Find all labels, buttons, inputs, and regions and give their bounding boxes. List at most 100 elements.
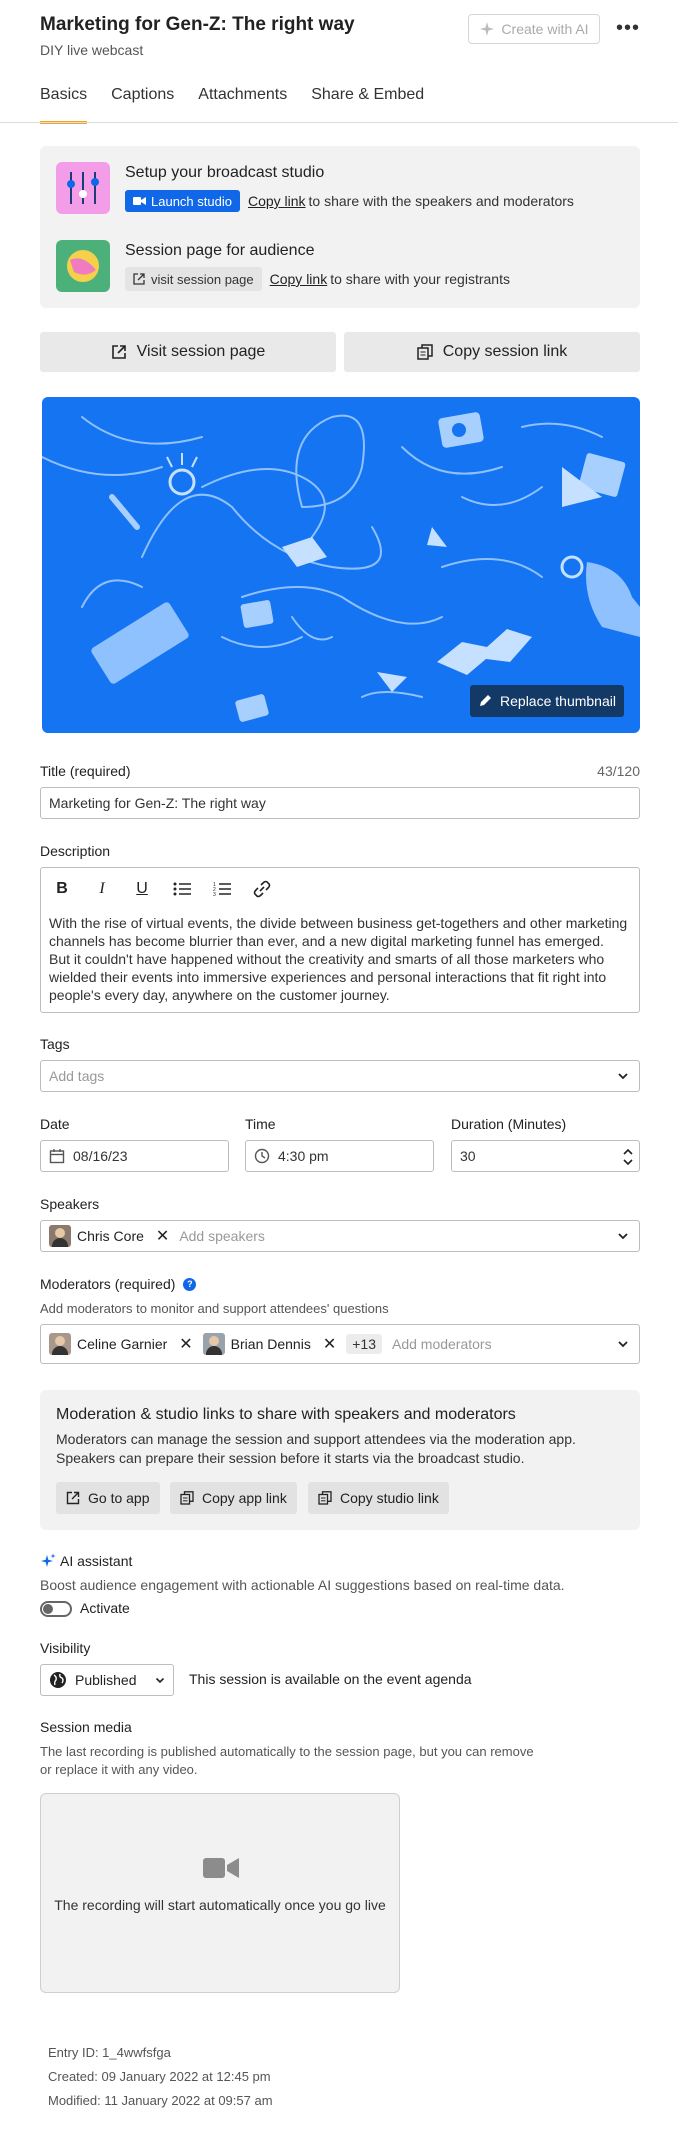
title-counter: 43/120 xyxy=(597,763,640,779)
help-icon[interactable]: ? xyxy=(183,1277,197,1291)
speakers-input[interactable]: Chris Core ✕ Add speakers xyxy=(40,1220,640,1252)
copy-session-link-button[interactable]: Copy session link xyxy=(344,332,640,372)
session-media-label: Session media xyxy=(40,1719,132,1735)
time-input[interactable]: 4:30 pm xyxy=(245,1140,434,1172)
session-page-actions: visit session page Copy link to share wi… xyxy=(125,267,510,291)
chevron-down-icon xyxy=(155,1677,165,1684)
avatar xyxy=(202,1333,225,1355)
page-title: Marketing for Gen-Z: The right way xyxy=(40,14,355,35)
session-copy-link[interactable]: Copy link xyxy=(270,271,328,287)
copy-app-link-label: Copy app link xyxy=(202,1490,287,1506)
speakers-label: Speakers xyxy=(40,1196,100,1212)
description-editor[interactable]: B I U 123 With the rise of virtual event… xyxy=(40,867,640,1013)
duration-label: Duration (Minutes) xyxy=(451,1116,567,1132)
time-value: 4:30 pm xyxy=(278,1148,329,1164)
studio-share-text: to share with the speakers and moderator… xyxy=(308,193,574,209)
studio-actions: Launch studio Copy link to share with th… xyxy=(125,190,574,212)
video-camera-icon xyxy=(203,1858,239,1878)
more-moderators-count[interactable]: +13 xyxy=(346,1334,382,1354)
ai-assistant-heading: AI assistant xyxy=(40,1553,132,1569)
italic-icon[interactable]: I xyxy=(91,878,113,900)
copy-icon xyxy=(318,1491,332,1505)
date-label: Date xyxy=(40,1116,70,1132)
moderator-chip-name: Celine Garnier xyxy=(77,1336,168,1352)
visibility-note: This session is available on the event a… xyxy=(189,1671,472,1687)
studio-panel: Setup your broadcast studio Launch studi… xyxy=(40,146,640,308)
tab-captions[interactable]: Captions xyxy=(111,84,174,124)
page-header: Marketing for Gen-Z: The right way DIY l… xyxy=(40,14,640,64)
tags-label: Tags xyxy=(40,1036,70,1052)
tab-attachments[interactable]: Attachments xyxy=(198,84,287,124)
replace-thumbnail-label: Replace thumbnail xyxy=(500,693,616,709)
tab-divider xyxy=(0,122,678,123)
moderator-chip: Brian Dennis ✕ xyxy=(202,1333,336,1355)
title-label: Title (required) xyxy=(40,763,131,779)
moderation-links-panel: Moderation & studio links to share with … xyxy=(40,1390,640,1530)
calendar-icon xyxy=(49,1149,65,1164)
title-input[interactable]: Marketing for Gen-Z: The right way xyxy=(40,787,640,819)
sparkle-icon xyxy=(41,1553,56,1567)
session-page-title: Session page for audience xyxy=(125,242,315,259)
moderators-input[interactable]: Celine Garnier ✕ Brian Dennis ✕ +13 Add … xyxy=(40,1324,640,1364)
external-link-icon xyxy=(111,345,126,359)
visibility-select[interactable]: Published xyxy=(40,1664,174,1696)
stepper-arrows-icon[interactable] xyxy=(623,1147,633,1167)
visit-session-page-pill[interactable]: visit session page xyxy=(125,267,262,291)
bold-icon[interactable]: B xyxy=(51,878,73,900)
svg-text:3: 3 xyxy=(213,892,216,896)
create-with-ai-button[interactable]: Create with AI xyxy=(468,14,600,44)
date-input[interactable]: 08/16/23 xyxy=(40,1140,229,1172)
created-date: Created: 09 January 2022 at 12:45 pm xyxy=(48,2069,271,2084)
moderator-chip-name: Brian Dennis xyxy=(230,1336,311,1352)
copy-app-link-button[interactable]: Copy app link xyxy=(170,1482,297,1514)
link-icon[interactable] xyxy=(251,878,273,900)
ai-toggle-label: Activate xyxy=(80,1600,130,1616)
page-subtitle: DIY live webcast xyxy=(40,42,144,58)
remove-speaker-icon[interactable]: ✕ xyxy=(156,1226,169,1246)
chevron-down-icon xyxy=(618,1341,628,1348)
numbered-list-icon[interactable]: 123 xyxy=(211,878,233,900)
copy-studio-link-label: Copy studio link xyxy=(340,1490,439,1506)
description-text: With the rise of virtual events, the div… xyxy=(49,915,628,1003)
go-to-app-button[interactable]: Go to app xyxy=(56,1482,160,1514)
editor-toolbar: B I U 123 xyxy=(51,878,273,900)
visibility-value: Published xyxy=(75,1672,137,1688)
tab-basics[interactable]: Basics xyxy=(40,84,88,124)
speaker-chip: Chris Core ✕ xyxy=(49,1225,169,1247)
copy-session-link-button-label: Copy session link xyxy=(442,343,568,360)
avatar xyxy=(49,1333,71,1355)
create-with-ai-label: Create with AI xyxy=(501,21,589,37)
session-thumbnail: Replace thumbnail xyxy=(42,397,640,733)
chevron-down-icon xyxy=(618,1233,628,1240)
ai-assistant-toggle[interactable] xyxy=(40,1601,72,1617)
more-options-icon[interactable]: ••• xyxy=(616,16,640,40)
visibility-label: Visibility xyxy=(40,1640,91,1656)
tab-share-embed[interactable]: Share & Embed xyxy=(311,84,424,124)
bullet-list-icon[interactable] xyxy=(171,878,193,900)
studio-title: Setup your broadcast studio xyxy=(125,164,325,181)
visit-session-page-button[interactable]: Visit session page xyxy=(40,332,336,372)
tags-input[interactable]: Add tags xyxy=(40,1060,640,1092)
studio-copy-link[interactable]: Copy link xyxy=(248,193,306,209)
moderators-placeholder: Add moderators xyxy=(391,1336,492,1352)
remove-moderator-icon[interactable]: ✕ xyxy=(179,1334,192,1354)
moderators-label: Moderators (required) xyxy=(40,1276,176,1292)
title-input-value: Marketing for Gen-Z: The right way xyxy=(49,795,266,811)
session-media-desc: The last recording is published automati… xyxy=(40,1744,534,1777)
copy-icon xyxy=(180,1491,194,1505)
moderators-help-text: Add moderators to monitor and support at… xyxy=(40,1301,389,1316)
moderation-links-desc: Moderators can manage the session and su… xyxy=(56,1431,576,1466)
launch-studio-label: Launch studio xyxy=(151,193,232,209)
underline-icon[interactable]: U xyxy=(131,878,153,900)
speaker-chip-name: Chris Core xyxy=(77,1228,144,1244)
replace-thumbnail-button[interactable]: Replace thumbnail xyxy=(470,685,624,717)
visit-session-page-label: visit session page xyxy=(151,271,254,287)
session-share-text: to share with your registrants xyxy=(330,271,510,287)
launch-studio-button[interactable]: Launch studio xyxy=(125,190,240,212)
duration-stepper[interactable]: 30 xyxy=(451,1140,640,1172)
duration-value: 30 xyxy=(460,1148,476,1164)
moderator-chip: Celine Garnier ✕ xyxy=(49,1333,193,1355)
copy-studio-link-button[interactable]: Copy studio link xyxy=(308,1482,449,1514)
remove-moderator-icon[interactable]: ✕ xyxy=(323,1334,336,1354)
tags-placeholder: Add tags xyxy=(49,1068,105,1084)
